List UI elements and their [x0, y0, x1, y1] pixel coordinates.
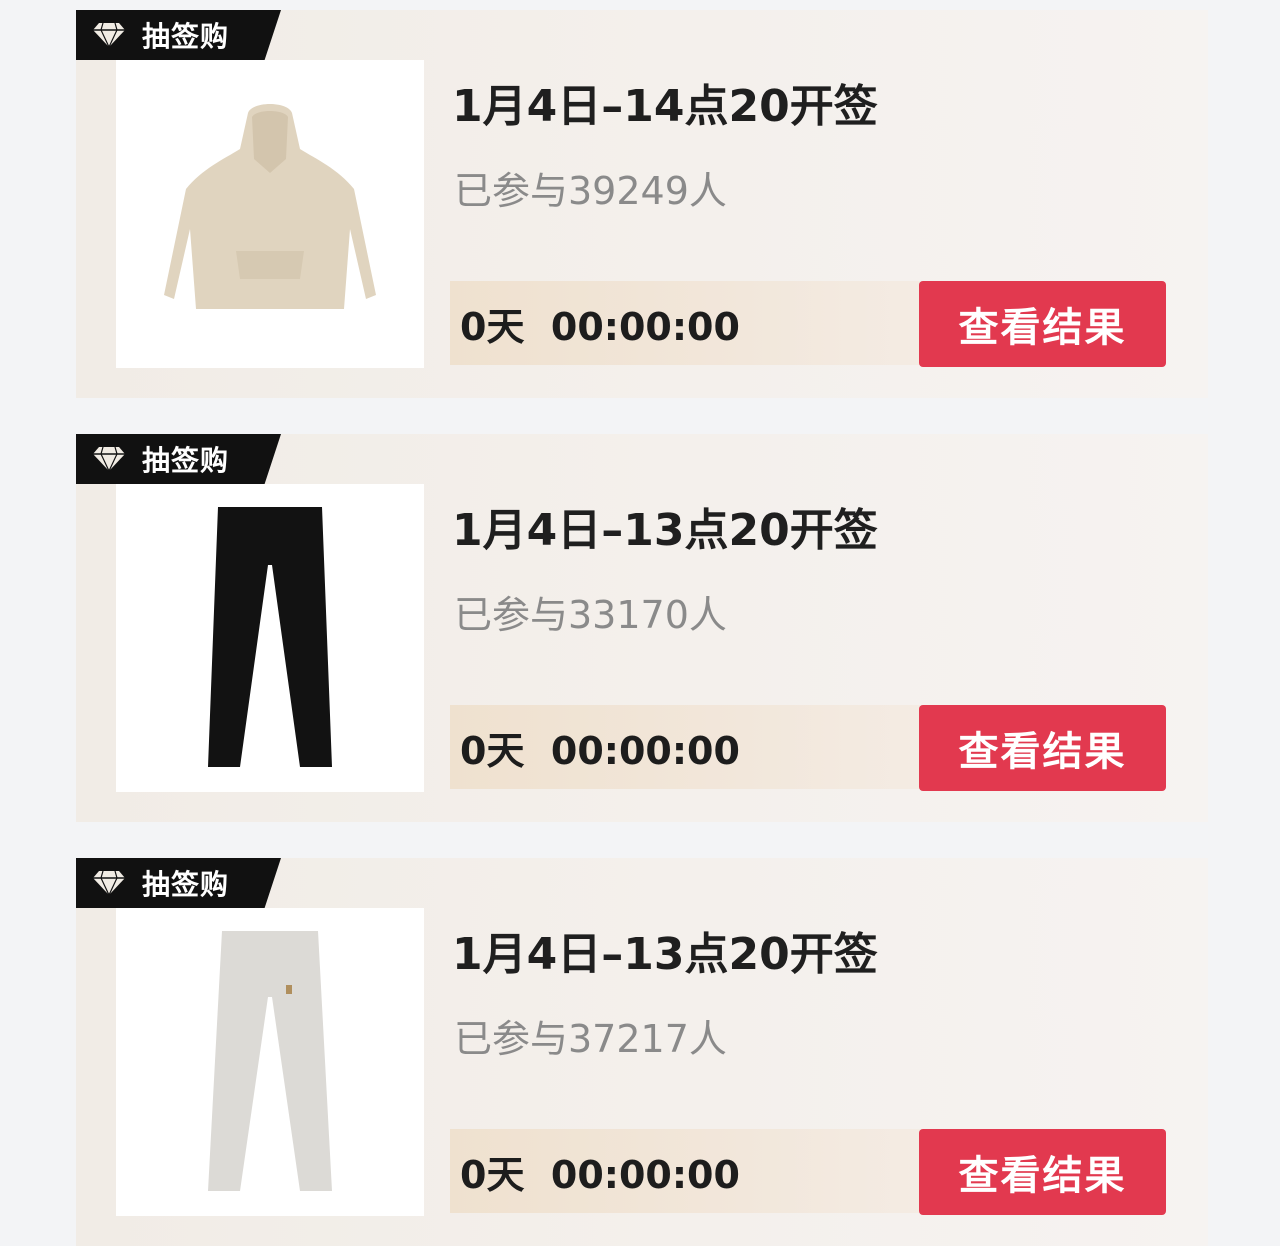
lottery-badge: 抽签购: [76, 10, 281, 60]
product-image-hoodie[interactable]: [116, 60, 424, 368]
participant-count: 已参与37217人: [454, 1017, 727, 1061]
view-result-button[interactable]: 查看结果: [919, 1129, 1166, 1215]
view-result-button[interactable]: 查看结果: [919, 705, 1166, 791]
badge-label: 抽签购: [142, 868, 230, 901]
participant-count: 已参与39249人: [454, 169, 727, 213]
draw-time-title: 1月4日–14点20开签: [452, 81, 878, 132]
view-result-button[interactable]: 查看结果: [919, 281, 1166, 367]
countdown-bar: 0天 00:00:00: [450, 281, 940, 365]
countdown-bar: 0天 00:00:00: [450, 705, 940, 789]
diamond-icon: [92, 870, 126, 896]
diamond-icon: [92, 22, 126, 48]
participant-count: 已参与33170人: [454, 593, 727, 637]
lottery-card[interactable]: 抽签购 1月4日–13点20开签 已参与37217人 0天 00:00:00 查…: [76, 858, 1208, 1246]
draw-time-title: 1月4日–13点20开签: [452, 505, 878, 556]
lottery-badge: 抽签购: [76, 434, 281, 484]
diamond-icon: [92, 446, 126, 472]
badge-label: 抽签购: [142, 444, 230, 477]
product-image-light-gray-pants[interactable]: [116, 908, 424, 1216]
badge-label: 抽签购: [142, 20, 230, 53]
draw-time-title: 1月4日–13点20开签: [452, 929, 878, 980]
product-image-black-pants[interactable]: [116, 484, 424, 792]
lottery-card[interactable]: 抽签购 1月4日–13点20开签 已参与33170人 0天 00:00:00 查…: [76, 434, 1208, 822]
lottery-badge: 抽签购: [76, 858, 281, 908]
countdown-text: 0天 00:00:00: [460, 304, 740, 349]
countdown-text: 0天 00:00:00: [460, 728, 740, 773]
countdown-text: 0天 00:00:00: [460, 1152, 740, 1197]
lottery-card[interactable]: 抽签购 1月4日–14点20开签 已参与39249人 0天 00:00:00 查…: [76, 10, 1208, 398]
countdown-bar: 0天 00:00:00: [450, 1129, 940, 1213]
